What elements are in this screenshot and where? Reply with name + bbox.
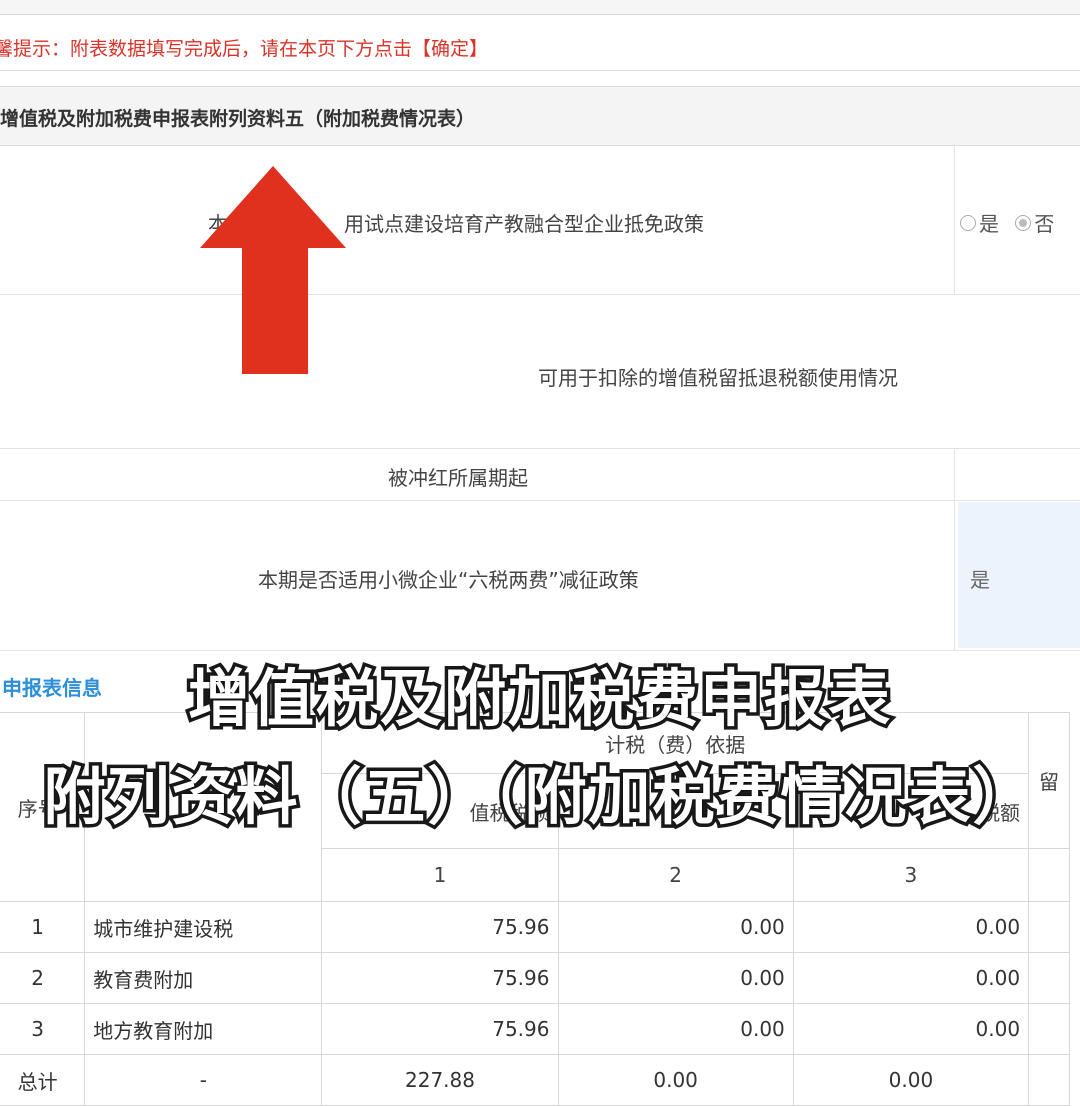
top-cut-strip: [0, 0, 1080, 15]
col-divider: [954, 448, 955, 650]
table-total-row: 总计 - 227.88 0.00 0.00: [0, 1054, 1070, 1106]
total-value: 227.88: [321, 1054, 559, 1106]
total-value: 0.00: [792, 1054, 1030, 1106]
radio-no-label: 否: [1034, 212, 1055, 236]
notice-text: 馨提示：附表数据填写完成后，请在本页下方点击【确定】: [0, 38, 489, 60]
page: 馨提示：附表数据填写完成后，请在本页下方点击【确定】 增值税及附加税费申报表附列…: [0, 0, 1080, 1106]
row-divider: [0, 294, 1080, 295]
row-seq: 2: [0, 952, 86, 1004]
small-micro-policy-value: 是: [970, 568, 990, 592]
notice-bar: 馨提示：附表数据填写完成后，请在本页下方点击【确定】: [0, 16, 1080, 71]
row-value[interactable]: 0.00: [792, 1003, 1030, 1055]
total-value: 0.00: [557, 1054, 794, 1106]
deductible-refund-label: 可用于扣除的增值税留抵退税额使用情况: [538, 366, 898, 390]
total-value: [1028, 1054, 1070, 1106]
overlay-title-line1: 增值税及附加税费申报表: [184, 659, 893, 739]
section-header: 增值税及附加税费申报表附列资料五（附加税费情况表）: [0, 86, 1080, 146]
col-num-last: [1028, 848, 1070, 902]
red-arrow-up-icon: [200, 166, 346, 374]
total-label: 总计: [0, 1054, 86, 1106]
table-row: 3 地方教育附加 75.96 0.00 0.00: [0, 1003, 1070, 1055]
section-title: 增值税及附加税费申报表附列资料五（附加税费情况表）: [0, 108, 476, 130]
row-name: 地方教育附加: [84, 1003, 323, 1055]
col-num-2: 2: [557, 848, 794, 902]
col-divider: [954, 144, 955, 294]
row-value[interactable]: 0.00: [557, 901, 794, 953]
total-name: -: [84, 1054, 323, 1106]
radio-yes[interactable]: [960, 214, 976, 231]
row-name: 教育费附加: [84, 952, 323, 1004]
row-value[interactable]: 75.96: [321, 901, 559, 953]
policy-pilot-label: 用试点建设培育产教融合型企业抵免政策: [344, 212, 704, 236]
row-divider: [0, 500, 1080, 501]
row-value[interactable]: 0.00: [557, 1003, 794, 1055]
row-value[interactable]: 0.00: [792, 901, 1030, 953]
row-value[interactable]: 75.96: [321, 952, 559, 1004]
col-num-3: 3: [792, 848, 1030, 902]
row-divider: [0, 448, 1080, 449]
radio-yes-label: 是: [979, 212, 999, 236]
overlay-title-line2: 附列资料（五）（附加税费情况表）: [40, 757, 1038, 837]
row-name: 城市维护建设税: [84, 901, 323, 953]
row-value[interactable]: 0.00: [557, 952, 794, 1004]
table-row: 1 城市维护建设税 75.96 0.00 0.00: [0, 901, 1070, 953]
row-seq: 3: [0, 1003, 86, 1055]
row-seq: 1: [0, 901, 86, 953]
row-value: [1028, 1003, 1070, 1055]
policy-pilot-radio-group: 是 否: [960, 208, 1064, 237]
row-value: [1028, 901, 1070, 953]
radio-no[interactable]: [1015, 214, 1032, 231]
row-value[interactable]: 0.00: [792, 952, 1030, 1004]
row-value: [1028, 952, 1070, 1004]
table-row: 2 教育费附加 75.96 0.00 0.00: [0, 952, 1070, 1004]
col-num-1: 1: [321, 848, 559, 902]
small-micro-policy-select[interactable]: 是: [958, 502, 1080, 648]
row-value[interactable]: 75.96: [321, 1003, 559, 1055]
reversal-period-label: 被冲红所属期起: [388, 466, 528, 490]
small-micro-policy-label: 本期是否适用小微企业“六税两费”减征政策: [258, 568, 639, 592]
